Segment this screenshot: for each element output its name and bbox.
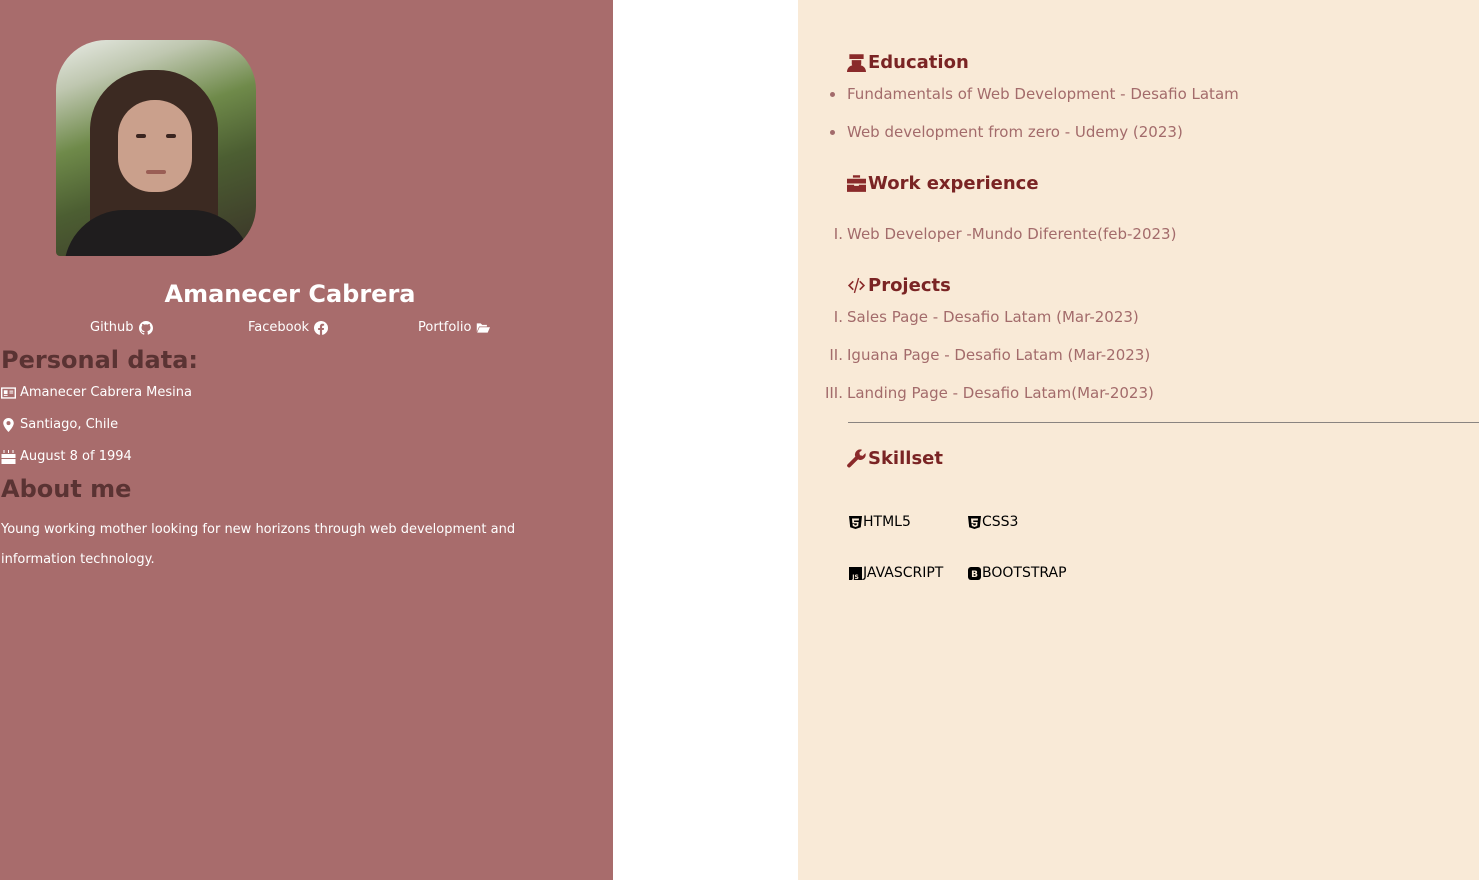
briefcase-icon (847, 175, 866, 192)
projects-heading: Projects (847, 275, 951, 296)
github-link-label: Github (90, 320, 134, 335)
project-item: Iguana Page - Desafio Latam (Mar-2023) (847, 346, 1151, 364)
code-icon (847, 277, 866, 294)
javascript-icon: JS (849, 566, 862, 580)
folder-open-icon (477, 322, 491, 333)
html5-icon (849, 515, 862, 529)
skill-label: BOOTSTRAP (982, 565, 1067, 581)
facebook-link-label: Facebook (248, 320, 310, 335)
list-marker: I. (833, 225, 843, 243)
list-marker: II. (829, 346, 843, 364)
list-marker: I. (833, 308, 843, 326)
id-card-icon (1, 386, 16, 399)
projects-heading-text: Projects (868, 275, 951, 296)
skill-label: HTML5 (863, 514, 911, 530)
profile-name: Amanecer Cabrera (164, 280, 416, 308)
personal-full-name: Amanecer Cabrera Mesina (1, 385, 192, 400)
personal-data-heading: Personal data: (1, 346, 198, 374)
work-item: Web Developer -Mundo Diferente(feb-2023) (847, 225, 1177, 243)
skill-bootstrap: B BOOTSTRAP (968, 565, 1067, 581)
skill-css3: CSS3 (968, 514, 1018, 530)
bootstrap-icon: B (968, 566, 981, 580)
svg-text:JS: JS (851, 574, 859, 580)
birthday-cake-icon (1, 449, 16, 464)
svg-text:B: B (971, 570, 978, 580)
birthday-text: August 8 of 1994 (20, 449, 132, 464)
section-divider (848, 422, 1479, 423)
wrench-icon (847, 449, 866, 468)
github-link[interactable]: Github (90, 320, 153, 335)
css3-icon (968, 515, 981, 529)
personal-location: Santiago, Chile (1, 417, 118, 432)
location-text: Santiago, Chile (20, 417, 119, 432)
map-pin-icon (3, 417, 14, 432)
about-me-heading: About me (1, 475, 132, 503)
education-item: Fundamentals of Web Development - Desafi… (847, 85, 1239, 103)
education-heading: Education (847, 52, 969, 73)
skillset-heading-text: Skillset (868, 448, 943, 469)
facebook-icon (314, 320, 329, 335)
skill-label: CSS3 (982, 514, 1019, 530)
graduate-icon (847, 54, 866, 72)
work-experience-heading: Work experience (847, 173, 1039, 194)
education-heading-text: Education (868, 52, 969, 73)
facebook-link[interactable]: Facebook (248, 320, 329, 335)
list-marker: III. (824, 384, 843, 402)
about-me-text: Young working mother looking for new hor… (1, 522, 516, 567)
work-experience-heading-text: Work experience (868, 173, 1039, 194)
project-item: Landing Page - Desafio Latam(Mar-2023) (847, 384, 1154, 402)
skill-javascript: JS JAVASCRIPT (849, 565, 943, 581)
skillset-heading: Skillset (847, 448, 943, 469)
education-item: Web development from zero - Udemy (2023) (847, 123, 1183, 141)
list-bullet (830, 92, 835, 97)
full-name-text: Amanecer Cabrera Mesina (20, 385, 192, 400)
github-icon (138, 320, 153, 335)
list-bullet (830, 130, 835, 135)
skill-label: JAVASCRIPT (863, 565, 944, 581)
portfolio-link-label: Portfolio (418, 320, 472, 335)
portfolio-link[interactable]: Portfolio (418, 320, 491, 335)
skill-html5: HTML5 (849, 514, 911, 530)
profile-photo (56, 40, 256, 256)
project-item: Sales Page - Desafio Latam (Mar-2023) (847, 308, 1139, 326)
personal-birthday: August 8 of 1994 (1, 449, 132, 464)
